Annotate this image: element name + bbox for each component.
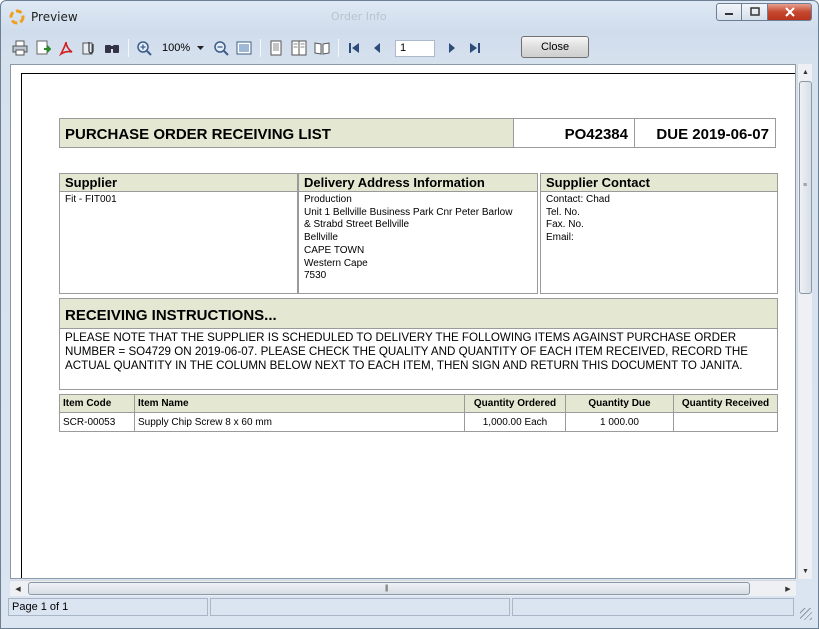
single-page-icon[interactable] bbox=[265, 37, 287, 59]
contact-details: Contact: Chad Tel. No. Fax. No. Email: bbox=[541, 192, 777, 245]
table-header-row: Item Code Item Name Quantity Ordered Qua… bbox=[59, 394, 778, 413]
contact-line: Email: bbox=[546, 232, 574, 244]
supplier-heading: Supplier bbox=[60, 174, 297, 192]
delivery-address-box: Delivery Address Information Production … bbox=[298, 173, 538, 294]
report-header: PURCHASE ORDER RECEIVING LIST PO42384 DU… bbox=[59, 118, 776, 148]
window-controls bbox=[716, 3, 812, 23]
instructions-heading: RECEIVING INSTRUCTIONS... bbox=[59, 298, 778, 329]
quantity-due-cell: 1 000.00 bbox=[565, 412, 674, 432]
fit-page-icon[interactable] bbox=[233, 37, 255, 59]
zoom-in-icon[interactable] bbox=[133, 37, 155, 59]
last-page-icon[interactable] bbox=[464, 37, 486, 59]
page-number-input[interactable]: 1 bbox=[395, 39, 435, 57]
contact-line: Contact: Chad bbox=[546, 194, 610, 205]
horizontal-scroll-thumb[interactable]: ||| bbox=[28, 582, 750, 595]
address-line: Unit 1 Bellville Business Park Cnr Peter… bbox=[304, 206, 513, 218]
quantity-ordered-cell: 1,000.00 Each bbox=[464, 412, 566, 432]
print-icon[interactable] bbox=[9, 37, 31, 59]
zoom-select[interactable]: 100% bbox=[160, 39, 206, 57]
zoom-out-icon[interactable] bbox=[210, 37, 232, 59]
toolbar: 100% 1 Close bbox=[9, 34, 812, 62]
maximize-button[interactable] bbox=[742, 3, 768, 21]
column-header-quantity-due: Quantity Due bbox=[565, 394, 674, 413]
app-icon bbox=[9, 9, 25, 25]
item-name-cell: Supply Chip Screw 8 x 60 mm bbox=[134, 412, 465, 432]
resize-grip-icon[interactable] bbox=[800, 608, 812, 620]
next-page-icon[interactable] bbox=[441, 37, 463, 59]
scroll-up-icon[interactable]: ▲ bbox=[798, 64, 813, 80]
document-viewport[interactable]: PURCHASE ORDER RECEIVING LIST PO42384 DU… bbox=[10, 64, 796, 579]
column-header-item-name: Item Name bbox=[134, 394, 465, 413]
multi-page-icon[interactable] bbox=[288, 37, 310, 59]
previous-page-icon[interactable] bbox=[366, 37, 388, 59]
close-button[interactable]: Close bbox=[521, 36, 589, 58]
page-status: Page 1 of 1 bbox=[8, 598, 208, 616]
supplier-box: Supplier Fit - FIT001 bbox=[59, 173, 298, 294]
column-header-quantity-ordered: Quantity Ordered bbox=[464, 394, 566, 413]
book-icon[interactable] bbox=[311, 37, 333, 59]
report-title: PURCHASE ORDER RECEIVING LIST bbox=[60, 119, 514, 147]
column-header-item-code: Item Code bbox=[59, 394, 135, 413]
preview-window: Preview Order Info 100% 1 Close PURCHASE… bbox=[0, 0, 819, 629]
column-header-quantity-received: Quantity Received bbox=[673, 394, 778, 413]
grip-icon: ||| bbox=[385, 585, 389, 592]
chevron-down-icon bbox=[197, 45, 204, 50]
scroll-right-icon[interactable]: ▶ bbox=[780, 581, 796, 597]
address-line: Western Cape bbox=[304, 257, 368, 269]
status-bar: Page 1 of 1 bbox=[8, 598, 814, 618]
instructions-text: PLEASE NOTE THAT THE SUPPLIER IS SCHEDUL… bbox=[59, 329, 778, 390]
find-icon[interactable] bbox=[101, 37, 123, 59]
contact-heading: Supplier Contact bbox=[541, 174, 777, 192]
background-window-title: Order Info bbox=[331, 10, 387, 23]
contact-line: Fax. No. bbox=[546, 219, 584, 231]
window-title: Preview bbox=[31, 10, 78, 24]
minimize-button[interactable] bbox=[716, 3, 742, 21]
close-icon bbox=[784, 7, 795, 17]
toolbar-separator bbox=[338, 39, 339, 57]
address-line: CAPE TOWN bbox=[304, 244, 365, 256]
horizontal-scrollbar[interactable]: ◀ ||| ▶ bbox=[10, 580, 796, 596]
po-number: PO42384 bbox=[514, 119, 635, 147]
address-line: & Strabd Street Bellville bbox=[304, 219, 410, 231]
table-row: SCR-00053 Supply Chip Screw 8 x 60 mm 1,… bbox=[59, 412, 778, 432]
first-page-icon[interactable] bbox=[343, 37, 365, 59]
item-code-cell: SCR-00053 bbox=[59, 412, 135, 432]
scroll-left-icon[interactable]: ◀ bbox=[10, 581, 26, 597]
zoom-value: 100% bbox=[162, 42, 191, 54]
vertical-scrollbar[interactable]: ▲ ≡ ▼ bbox=[797, 64, 812, 579]
scroll-down-icon[interactable]: ▼ bbox=[798, 563, 813, 579]
delivery-address: Production Unit 1 Bellville Business Par… bbox=[299, 192, 537, 283]
items-table: Item Code Item Name Quantity Ordered Qua… bbox=[59, 394, 778, 432]
export-icon[interactable] bbox=[32, 37, 54, 59]
toolbar-separator bbox=[260, 39, 261, 57]
attach-icon[interactable] bbox=[78, 37, 100, 59]
address-line: Bellville bbox=[304, 232, 338, 244]
due-date: DUE 2019-06-07 bbox=[656, 126, 769, 143]
address-line: Production bbox=[304, 194, 352, 205]
contact-line: Tel. No. bbox=[546, 206, 580, 218]
title-bar: Preview Order Info bbox=[1, 1, 818, 31]
status-panel bbox=[512, 598, 794, 616]
vertical-scroll-thumb[interactable]: ≡ bbox=[799, 81, 812, 294]
toolbar-separator bbox=[128, 39, 129, 57]
close-window-button[interactable] bbox=[768, 3, 812, 21]
minimize-icon bbox=[725, 13, 733, 15]
supplier-value: Fit - FIT001 bbox=[65, 194, 117, 205]
grip-icon: ≡ bbox=[803, 182, 807, 189]
quantity-received-cell bbox=[673, 412, 778, 432]
delivery-heading: Delivery Address Information bbox=[299, 174, 537, 192]
supplier-contact-box: Supplier Contact Contact: Chad Tel. No. … bbox=[540, 173, 778, 294]
pdf-icon[interactable] bbox=[55, 37, 77, 59]
status-panel bbox=[210, 598, 510, 616]
address-line: 7530 bbox=[304, 270, 327, 282]
maximize-icon bbox=[749, 7, 760, 16]
